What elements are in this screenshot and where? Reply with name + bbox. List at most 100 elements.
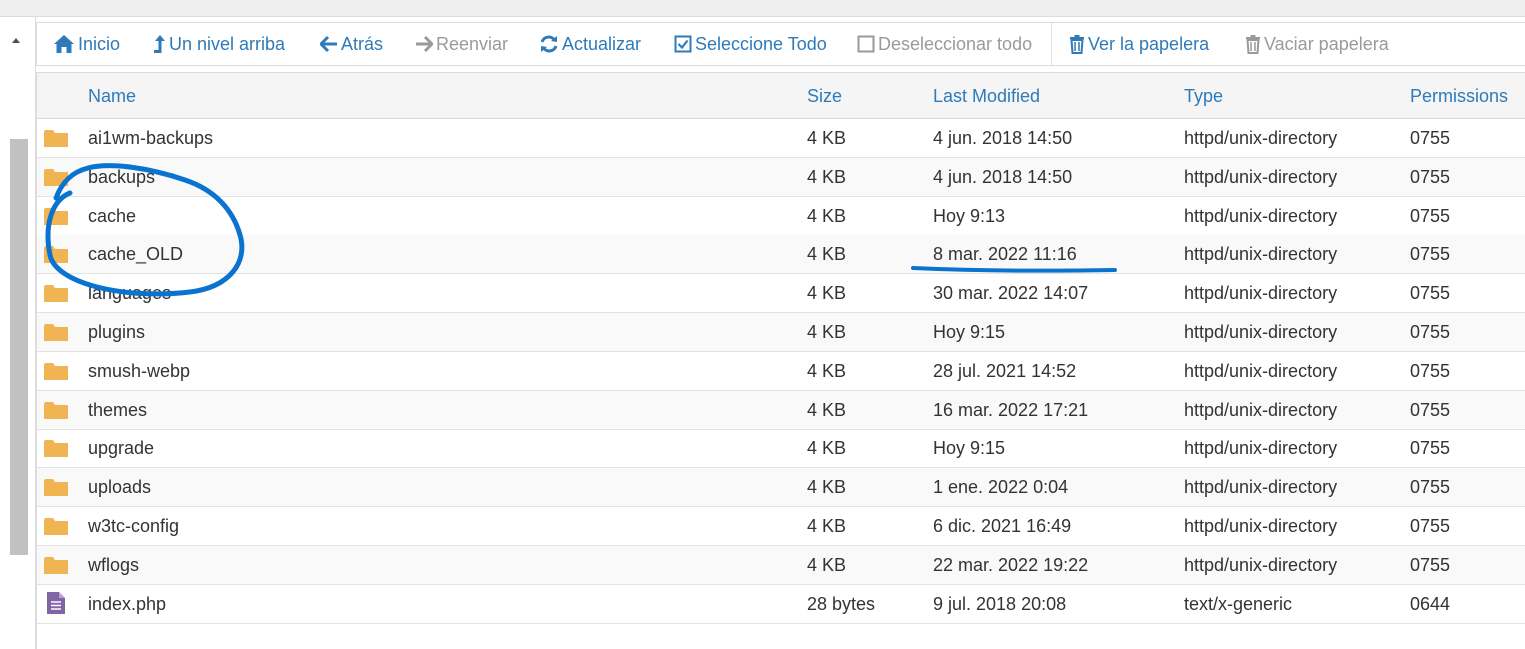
cell-permissions[interactable]: 0755 xyxy=(1410,128,1450,149)
select-all-button[interactable]: Seleccione Todo xyxy=(674,23,827,65)
cell-size: 4 KB xyxy=(807,244,847,265)
cell-name[interactable]: cache_OLD xyxy=(88,244,183,265)
deselect-all-button[interactable]: Deseleccionar todo xyxy=(857,23,1032,65)
folder-icon xyxy=(43,554,69,581)
cell-name[interactable]: languages xyxy=(88,283,171,304)
cell-size: 4 KB xyxy=(807,128,847,148)
table-row[interactable]: wflogs 4 KB 22 mar. 2022 19:22 httpd/unix-d… xyxy=(37,545,1525,585)
table-row[interactable]: languages 4 KB 30 mar. 2022 14:07 httpd/uni… xyxy=(37,274,1525,314)
cell-name[interactable]: wflogs xyxy=(88,555,139,576)
column-header-permissions[interactable]: Permissions xyxy=(1410,86,1508,107)
cell-size: 28 bytes xyxy=(807,593,876,614)
cell-permissions[interactable]: 0755 xyxy=(1410,555,1450,576)
table-row[interactable]: themes 4 KB 16 mar. 2022 17:21 httpd/unix-d… xyxy=(37,390,1525,430)
cell-name[interactable]: cache xyxy=(88,206,136,227)
cell-name[interactable]: upgrade xyxy=(88,438,154,459)
cell-permissions[interactable]: 0755 xyxy=(1410,477,1450,498)
cell-type: httpd/unix-directory xyxy=(1184,166,1338,187)
forward-button[interactable]: Reenviar xyxy=(415,23,508,65)
cell-permissions[interactable]: 0755 xyxy=(1410,283,1450,304)
column-header-size[interactable]: Size xyxy=(807,86,842,107)
checkbox-checked-icon xyxy=(674,35,692,53)
refresh-button[interactable]: Actualizar xyxy=(539,23,641,65)
cell-permissions[interactable]: 0755 xyxy=(1410,167,1450,188)
cell-size: 4 KB xyxy=(807,438,847,459)
table-row[interactable]: uploads 4 KB 1 ene. 2022 0:04 httpd/unix-di… xyxy=(37,468,1525,508)
scroll-up-arrow-icon[interactable] xyxy=(12,38,20,43)
folder-icon xyxy=(43,515,69,542)
cell-permissions[interactable]: 0755 xyxy=(1410,516,1450,537)
table-row[interactable]: backups 4 KB 4 jun. 2018 14:50 httpd/unix-d… xyxy=(37,157,1525,197)
table-row[interactable]: plugins 4 KB Hoy 9:15 httpd/unix-directory 0… xyxy=(37,313,1525,352)
table-row[interactable]: w3tc-config 4 KB 6 dic. 2021 16:49 httpd/un… xyxy=(37,507,1525,546)
cell-name[interactable]: plugins xyxy=(88,322,145,343)
table-row[interactable]: cache_OLD 4 KB 8 mar. 2022 11:16 httpd/unix… xyxy=(37,235,1525,275)
table-row[interactable]: cache 4 KB Hoy 9:13 httpd/unix-directory 075… xyxy=(37,197,1525,236)
table-row[interactable]: ai1wm-backups 4 KB 4 jun. 2018 14:50 httpd/… xyxy=(37,119,1525,158)
folder-icon xyxy=(43,476,69,503)
scrollbar-thumb[interactable] xyxy=(10,139,28,555)
cell-permissions[interactable]: 0755 xyxy=(1410,438,1450,459)
home-icon xyxy=(54,35,74,53)
cell-permissions[interactable]: 0755 xyxy=(1410,206,1450,227)
folder-icon xyxy=(43,321,69,348)
cell-last-modified: 4 jun. 2018 14:50 xyxy=(933,166,1073,187)
view-trash-button[interactable]: Ver la papelera xyxy=(1069,23,1209,65)
folder-icon xyxy=(43,437,69,464)
cell-type: httpd/unix-directory xyxy=(1184,322,1338,342)
cell-type: httpd/unix-directory xyxy=(1184,360,1338,381)
cell-permissions[interactable]: 0755 xyxy=(1410,322,1450,343)
folder-icon xyxy=(43,127,69,154)
table-row[interactable]: upgrade 4 KB Hoy 9:15 httpd/unix-directory 0… xyxy=(37,429,1525,469)
cell-name[interactable]: backups xyxy=(88,167,155,188)
file-text-icon xyxy=(46,591,66,620)
level-up-label: Un nivel arriba xyxy=(169,33,286,54)
cell-name[interactable]: themes xyxy=(88,400,147,421)
column-header-type[interactable]: Type xyxy=(1184,86,1223,107)
cell-permissions[interactable]: 0755 xyxy=(1410,244,1450,265)
vertical-scrollbar[interactable] xyxy=(0,17,36,649)
refresh-label: Actualizar xyxy=(562,33,642,54)
cell-name[interactable]: ai1wm-backups xyxy=(88,128,213,149)
cell-size: 4 KB xyxy=(807,205,847,226)
cell-last-modified: 6 dic. 2021 16:49 xyxy=(933,516,1072,536)
cell-size: 4 KB xyxy=(807,516,847,536)
cell-permissions[interactable]: 0644 xyxy=(1410,594,1450,615)
column-header-last-modified[interactable]: Last Modified xyxy=(933,86,1040,107)
folder-icon xyxy=(43,166,69,193)
select-all-label: Seleccione Todo xyxy=(695,33,827,54)
cell-type: httpd/unix-directory xyxy=(1184,205,1338,226)
empty-trash-label: Vaciar papelera xyxy=(1264,33,1389,54)
folder-icon xyxy=(43,399,69,426)
table-row[interactable]: smush-webp 4 KB 28 jul. 2021 14:52 httpd/un… xyxy=(37,352,1525,391)
file-manager-toolbar: Inicio Un nivel arriba Atrás Reenviar Ac… xyxy=(36,22,1525,66)
cell-name[interactable]: w3tc-config xyxy=(88,516,179,537)
level-up-button[interactable]: Un nivel arriba xyxy=(152,23,285,65)
cell-type: httpd/unix-directory xyxy=(1184,477,1338,498)
cell-type: httpd/unix-directory xyxy=(1184,516,1338,536)
cell-type: httpd/unix-directory xyxy=(1184,128,1338,148)
cell-last-modified: 8 mar. 2022 11:16 xyxy=(933,244,1077,265)
folder-icon xyxy=(43,282,69,309)
cell-name[interactable]: smush-webp xyxy=(88,361,190,382)
back-label: Atrás xyxy=(341,33,384,54)
cell-permissions[interactable]: 0755 xyxy=(1410,400,1450,421)
cell-name[interactable]: index.php xyxy=(88,594,166,615)
cell-last-modified: 9 jul. 2018 20:08 xyxy=(933,593,1067,614)
table-row[interactable]: index.php 28 bytes 9 jul. 2018 20:08 text/x… xyxy=(37,585,1525,624)
cell-type: httpd/unix-directory xyxy=(1184,283,1338,304)
deselect-all-label: Deseleccionar todo xyxy=(878,33,1033,54)
cell-last-modified: 30 mar. 2022 14:07 xyxy=(933,283,1089,304)
cell-permissions[interactable]: 0755 xyxy=(1410,361,1450,382)
home-button[interactable]: Inicio xyxy=(53,23,120,65)
cell-size: 4 KB xyxy=(807,283,847,304)
view-trash-label: Ver la papelera xyxy=(1088,33,1210,54)
cell-name[interactable]: uploads xyxy=(88,477,151,498)
cell-last-modified: Hoy 9:15 xyxy=(933,322,1006,342)
empty-trash-button[interactable]: Vaciar papelera xyxy=(1245,23,1389,65)
refresh-icon xyxy=(540,35,558,53)
level-up-icon xyxy=(154,35,165,53)
back-button[interactable]: Atrás xyxy=(320,23,383,65)
cell-size: 4 KB xyxy=(807,399,847,420)
column-header-name[interactable]: Name xyxy=(88,86,136,107)
